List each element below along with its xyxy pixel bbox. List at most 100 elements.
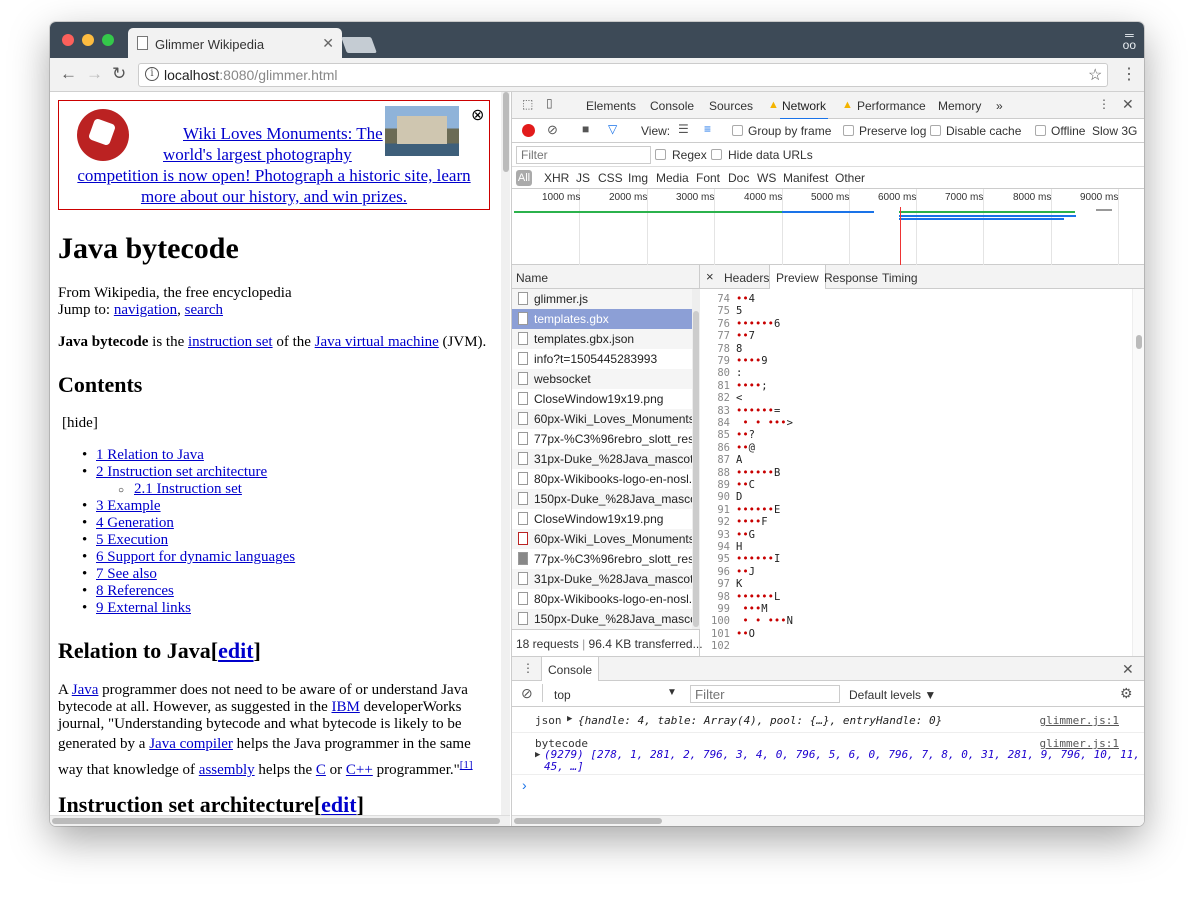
banner-close-icon[interactable]: ⊗ <box>471 105 484 124</box>
page-horizontal-scrollbar[interactable] <box>50 815 510 826</box>
edit-link[interactable]: edit <box>218 638 253 663</box>
tab-performance[interactable]: Performance <box>857 99 926 113</box>
tab-console[interactable]: Console <box>650 99 694 113</box>
jvm-link[interactable]: Java virtual machine <box>315 334 439 350</box>
console-filter-input[interactable] <box>690 685 840 703</box>
reference-link[interactable]: [1] <box>460 759 473 771</box>
assembly-link[interactable]: assembly <box>199 762 255 778</box>
request-row[interactable]: CloseWindow19x19.png <box>512 509 692 529</box>
preview-close-icon[interactable]: × <box>706 269 714 284</box>
tab-network[interactable]: Network <box>779 99 829 120</box>
request-row[interactable]: 31px-Duke_%28Java_mascot% <box>512 449 692 469</box>
request-row[interactable]: 80px-Wikibooks-logo-en-nosl. <box>512 469 692 489</box>
banner-link[interactable]: more about our history, and win prizes. <box>141 187 407 206</box>
devtools-menu-icon[interactable]: ⋮ <box>1098 97 1110 111</box>
request-row[interactable]: 80px-Wikibooks-logo-en-nosl. <box>512 589 692 609</box>
jump-navigation-link[interactable]: navigation <box>114 302 177 318</box>
omnibox[interactable]: i localhost:8080/glimmer.html <box>138 63 1108 87</box>
request-row[interactable]: CloseWindow19x19.png <box>512 389 692 409</box>
type-filter-js[interactable]: JS <box>576 171 590 185</box>
type-filter-ws[interactable]: WS <box>757 171 776 185</box>
tab-response[interactable]: Response <box>824 271 878 285</box>
close-window-button[interactable] <box>62 34 74 46</box>
jump-search-link[interactable]: search <box>185 302 223 318</box>
type-filter-other[interactable]: Other <box>835 171 865 185</box>
c-link[interactable]: C <box>316 762 326 778</box>
type-filter-manifest[interactable]: Manifest <box>783 171 828 185</box>
type-filter-img[interactable]: Img <box>628 171 648 185</box>
expand-triangle-icon[interactable]: ▶ <box>535 750 540 760</box>
tab-timing[interactable]: Timing <box>882 271 918 285</box>
tab-close-icon[interactable]: ✕ <box>322 35 334 52</box>
console-prompt[interactable]: › <box>522 777 527 793</box>
devtools-horizontal-scrollbar[interactable] <box>512 815 1144 826</box>
hide-data-urls-checkbox[interactable] <box>711 149 722 160</box>
record-icon[interactable] <box>522 124 535 137</box>
offline-checkbox[interactable] <box>1035 125 1046 136</box>
clear-console-icon[interactable]: ⊘ <box>521 685 533 702</box>
request-row[interactable]: templates.gbx <box>512 309 692 329</box>
filter-icon[interactable]: ▽ <box>608 122 617 136</box>
cpp-link[interactable]: C++ <box>346 762 373 778</box>
capture-screenshots-icon[interactable]: ■ <box>582 122 589 136</box>
drawer-close-icon[interactable]: ✕ <box>1122 661 1134 678</box>
ibm-link[interactable]: IBM <box>331 699 359 715</box>
reload-icon[interactable]: ↻ <box>112 64 126 84</box>
drawer-menu-icon[interactable]: ⋮ <box>522 661 534 675</box>
request-list-scrollbar[interactable] <box>692 289 700 629</box>
type-filter-xhr[interactable]: XHR <box>544 171 569 185</box>
page-vertical-scrollbar[interactable] <box>501 92 510 826</box>
disable-cache-checkbox[interactable] <box>930 125 941 136</box>
bookmark-star-icon[interactable]: ☆ <box>1088 65 1102 85</box>
group-by-frame-checkbox[interactable] <box>732 125 743 136</box>
context-select[interactable]: top <box>554 688 571 702</box>
java-compiler-link[interactable]: Java compiler <box>149 736 233 752</box>
clear-icon[interactable]: ⊘ <box>547 122 558 138</box>
java-link[interactable]: Java <box>72 682 99 698</box>
type-filter-all[interactable]: All <box>516 170 532 186</box>
large-rows-icon[interactable]: ☰ <box>678 122 689 136</box>
tab-memory[interactable]: Memory <box>938 99 981 113</box>
network-overview-timeline[interactable]: 1000 ms 2000 ms 3000 ms 4000 ms 5000 ms … <box>512 189 1144 265</box>
edit-link[interactable]: edit <box>321 792 356 817</box>
array-preview[interactable]: (9279) [278, 1, 281, 2, 796, 3, 4, 0, 79… <box>544 748 1144 761</box>
type-filter-media[interactable]: Media <box>656 171 689 185</box>
request-row[interactable]: 31px-Duke_%28Java_mascot% <box>512 569 692 589</box>
preview-scrollbar[interactable] <box>1132 289 1144 656</box>
new-tab-button[interactable] <box>341 37 377 53</box>
zoom-window-button[interactable] <box>102 34 114 46</box>
regex-checkbox[interactable] <box>655 149 666 160</box>
request-row[interactable]: glimmer.js <box>512 289 692 309</box>
chevron-down-icon[interactable]: ▼ <box>667 687 677 698</box>
message-source-link[interactable]: glimmer.js:1 <box>1040 714 1119 727</box>
tab-sources[interactable]: Sources <box>709 99 753 113</box>
forward-icon[interactable]: → <box>86 64 103 84</box>
request-row[interactable]: websocket <box>512 369 692 389</box>
more-tabs-icon[interactable]: » <box>996 99 1003 113</box>
throttle-select[interactable]: Slow 3G <box>1092 124 1137 138</box>
preserve-log-checkbox[interactable] <box>843 125 854 136</box>
site-info-icon[interactable]: i <box>145 67 159 81</box>
tab-preview[interactable]: Preview <box>769 265 826 289</box>
minimize-window-button[interactable] <box>82 34 94 46</box>
name-column-header[interactable]: Name <box>512 265 700 289</box>
request-row[interactable]: 150px-Duke_%28Java_mascot. <box>512 489 692 509</box>
network-filter-input[interactable] <box>516 146 651 164</box>
devtools-close-icon[interactable]: ✕ <box>1122 96 1134 113</box>
type-filter-doc[interactable]: Doc <box>728 171 749 185</box>
request-row[interactable]: 77px-%C3%96rebro_slott_resy. <box>512 429 692 449</box>
gear-icon[interactable]: ⚙ <box>1120 685 1133 702</box>
request-row[interactable]: 60px-Wiki_Loves_Monuments_ <box>512 529 692 549</box>
waterfall-icon[interactable]: ≡ <box>704 122 711 136</box>
type-filter-font[interactable]: Font <box>696 171 720 185</box>
message-object[interactable]: {handle: 4, table: Array(4), pool: {…}, … <box>578 714 942 727</box>
tab-console-drawer[interactable]: Console <box>541 657 600 681</box>
tab-elements[interactable]: Elements <box>586 99 636 113</box>
expand-triangle-icon[interactable]: ▶ <box>567 714 572 724</box>
browser-menu-icon[interactable]: ⋮ <box>1121 64 1137 84</box>
request-row[interactable]: info?t=1505445283993 <box>512 349 692 369</box>
banner-link[interactable]: Wiki Loves Monuments: The <box>183 124 383 143</box>
banner-link[interactable]: world's largest photography <box>163 145 352 164</box>
tab-headers[interactable]: Headers <box>724 271 769 285</box>
inspect-icon[interactable]: ⬚ <box>522 97 533 111</box>
